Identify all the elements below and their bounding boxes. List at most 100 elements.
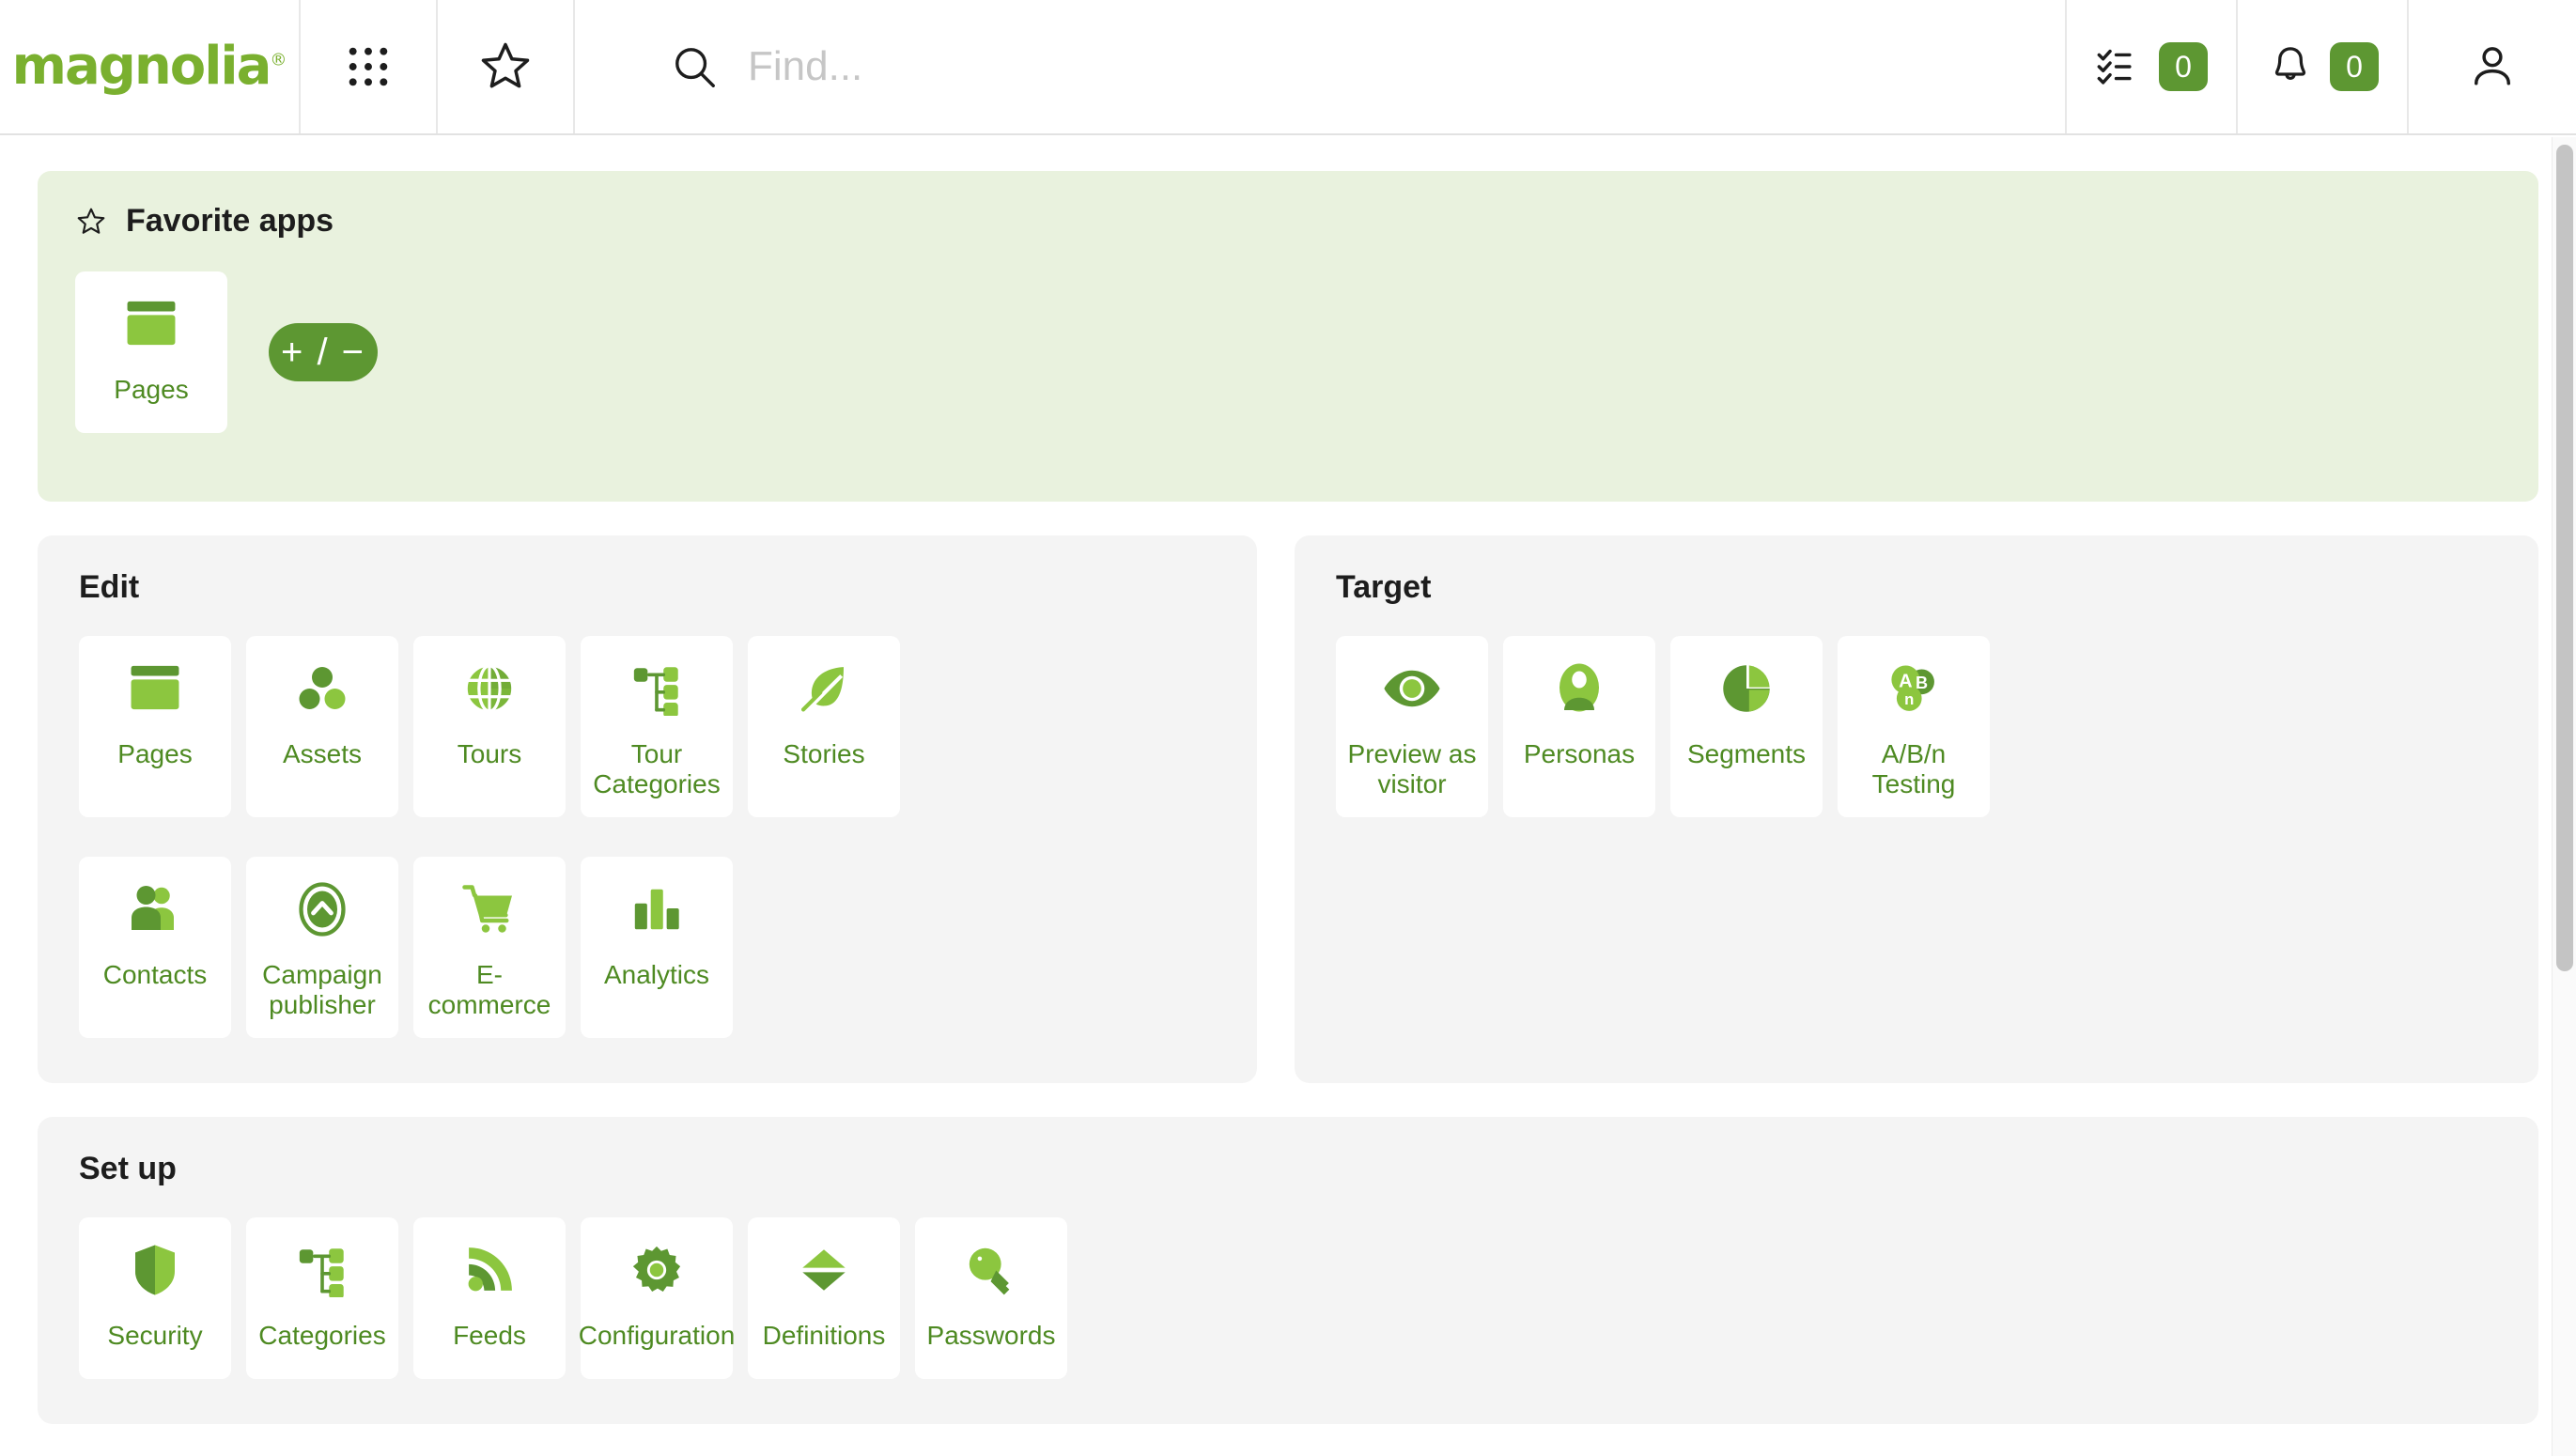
app-tile-abn-testing[interactable]: A B n A/B/n Testing: [1838, 636, 1990, 817]
svg-text:n: n: [1904, 690, 1914, 708]
app-label: Preview as visitor: [1347, 739, 1477, 799]
notifications-count-badge: 0: [2330, 42, 2379, 91]
app-label: Campaign publisher: [262, 959, 382, 1020]
app-label: Tour Categories: [593, 739, 721, 799]
section-setup: Set up Security Categories Feeds Configu…: [38, 1116, 2538, 1424]
quill-leaf-icon: [794, 658, 854, 719]
app-tile-security[interactable]: Security: [79, 1216, 231, 1379]
tree-categories-icon: [292, 1240, 352, 1300]
logo-text: magnolia®: [11, 36, 287, 97]
logo[interactable]: magnolia®: [0, 0, 301, 133]
diamond-arrows-icon: [794, 1240, 854, 1300]
sections-row: Edit Pages Assets Tours Tour Categories …: [38, 535, 2538, 1083]
app-label: Categories: [258, 1320, 386, 1350]
app-tile-categories[interactable]: Categories: [246, 1216, 398, 1379]
bell-icon: [2266, 42, 2315, 91]
app-label: Assets: [282, 739, 363, 768]
shield-icon: [125, 1240, 185, 1300]
persona-icon: [1549, 658, 1609, 719]
app-tile-ecommerce[interactable]: E-commerce: [413, 856, 566, 1038]
favorite-apps-list: Pages + / −: [75, 271, 2501, 433]
app-tile-definitions[interactable]: Definitions: [748, 1216, 900, 1379]
search-input[interactable]: [746, 42, 2061, 91]
tasks-count-badge: 0: [2159, 42, 2208, 91]
main-content: Favorite apps Pages + / − Edit Pages Ass…: [0, 137, 2576, 1456]
app-tile-preview-as-visitor[interactable]: Preview as visitor: [1336, 636, 1488, 817]
search-icon: [669, 41, 720, 92]
app-label: Segments: [1686, 739, 1807, 768]
target-apps-grid: Preview as visitor Personas Segments A B…: [1336, 636, 2497, 817]
app-tile-passwords[interactable]: Passwords: [915, 1216, 1067, 1379]
campaign-publish-icon: [292, 879, 352, 939]
user-avatar-icon: [2466, 40, 2519, 93]
section-title-edit: Edit: [79, 569, 140, 605]
app-tile-contacts[interactable]: Contacts: [79, 856, 231, 1038]
app-label: Configuration: [578, 1320, 736, 1350]
app-tile-tour-categories[interactable]: Tour Categories: [581, 636, 733, 817]
app-label: Personas: [1523, 739, 1636, 768]
app-tile-personas[interactable]: Personas: [1503, 636, 1655, 817]
shopping-cart-icon: [459, 879, 520, 939]
page-scrollbar-thumb[interactable]: [2556, 145, 2573, 971]
pie-chart-icon: [1716, 658, 1777, 719]
grid-apps-icon: [342, 40, 395, 93]
app-tile-pages[interactable]: Pages: [79, 636, 231, 817]
app-label: E-commerce: [427, 959, 551, 1020]
app-tile-segments[interactable]: Segments: [1670, 636, 1823, 817]
bar-chart-icon: [627, 879, 687, 939]
favorites-button[interactable]: [438, 0, 575, 133]
key-icon: [961, 1240, 1021, 1300]
svg-text:B: B: [1916, 674, 1928, 692]
app-tile-feeds[interactable]: Feeds: [413, 1216, 566, 1379]
app-label: Pages: [117, 739, 193, 768]
app-label: A/B/n Testing: [1871, 739, 1956, 799]
app-tile-analytics[interactable]: Analytics: [581, 856, 733, 1038]
favorite-apps-title: Favorite apps: [126, 203, 334, 239]
search-bar[interactable]: [575, 0, 2067, 133]
star-icon: [477, 39, 534, 95]
app-label: Analytics: [603, 959, 710, 989]
eye-icon: [1382, 658, 1442, 719]
edit-apps-grid: Pages Assets Tours Tour Categories Stori…: [79, 636, 1216, 1038]
favorite-apps-panel: Favorite apps Pages + / −: [38, 171, 2538, 502]
notifications-button[interactable]: 0: [2238, 0, 2409, 133]
favorite-apps-header: Favorite apps: [75, 203, 2501, 240]
app-label: Definitions: [762, 1320, 886, 1350]
gear-icon: [627, 1240, 687, 1300]
registered-mark: ®: [270, 50, 287, 70]
rss-feed-icon: [459, 1240, 520, 1300]
app-label: Tours: [457, 739, 522, 768]
app-tile-tours[interactable]: Tours: [413, 636, 566, 817]
section-title-setup: Set up: [79, 1150, 177, 1186]
abn-testing-icon: A B n: [1884, 658, 1944, 719]
setup-apps-grid: Security Categories Feeds Configuration …: [79, 1216, 2497, 1379]
section-target: Target Preview as visitor Personas Segme…: [1295, 535, 2538, 1083]
app-tile-stories[interactable]: Stories: [748, 636, 900, 817]
tree-categories-icon: [627, 658, 687, 719]
app-label: Passwords: [926, 1320, 1056, 1350]
svg-text:A: A: [1899, 671, 1912, 691]
pages-icon: [121, 294, 181, 354]
app-tile-configuration[interactable]: Configuration: [578, 1216, 736, 1379]
page-scrollbar[interactable]: [2552, 137, 2576, 1456]
app-label: Security: [107, 1320, 203, 1350]
favorite-app-label: Pages: [114, 375, 189, 404]
edit-favorites-button[interactable]: + / −: [269, 323, 378, 381]
pages-icon: [125, 658, 185, 719]
app-tile-campaign-publisher[interactable]: Campaign publisher: [246, 856, 398, 1038]
section-edit: Edit Pages Assets Tours Tour Categories …: [38, 535, 1257, 1083]
section-title-target: Target: [1336, 569, 1432, 605]
app-label: Contacts: [102, 959, 208, 989]
app-label: Stories: [783, 739, 865, 768]
assets-icon: [292, 658, 352, 719]
top-header: magnolia® Find... 0 0: [0, 0, 2576, 135]
tasks-checklist-icon: [2095, 42, 2144, 91]
app-tile-assets[interactable]: Assets: [246, 636, 398, 817]
star-icon: [75, 206, 107, 238]
contacts-people-icon: [125, 879, 185, 939]
favorite-app-tile-pages[interactable]: Pages: [75, 271, 227, 433]
user-menu-button[interactable]: [2409, 0, 2576, 133]
tasks-button[interactable]: 0: [2067, 0, 2238, 133]
apps-launcher-button[interactable]: [301, 0, 438, 133]
globe-icon: [459, 658, 520, 719]
